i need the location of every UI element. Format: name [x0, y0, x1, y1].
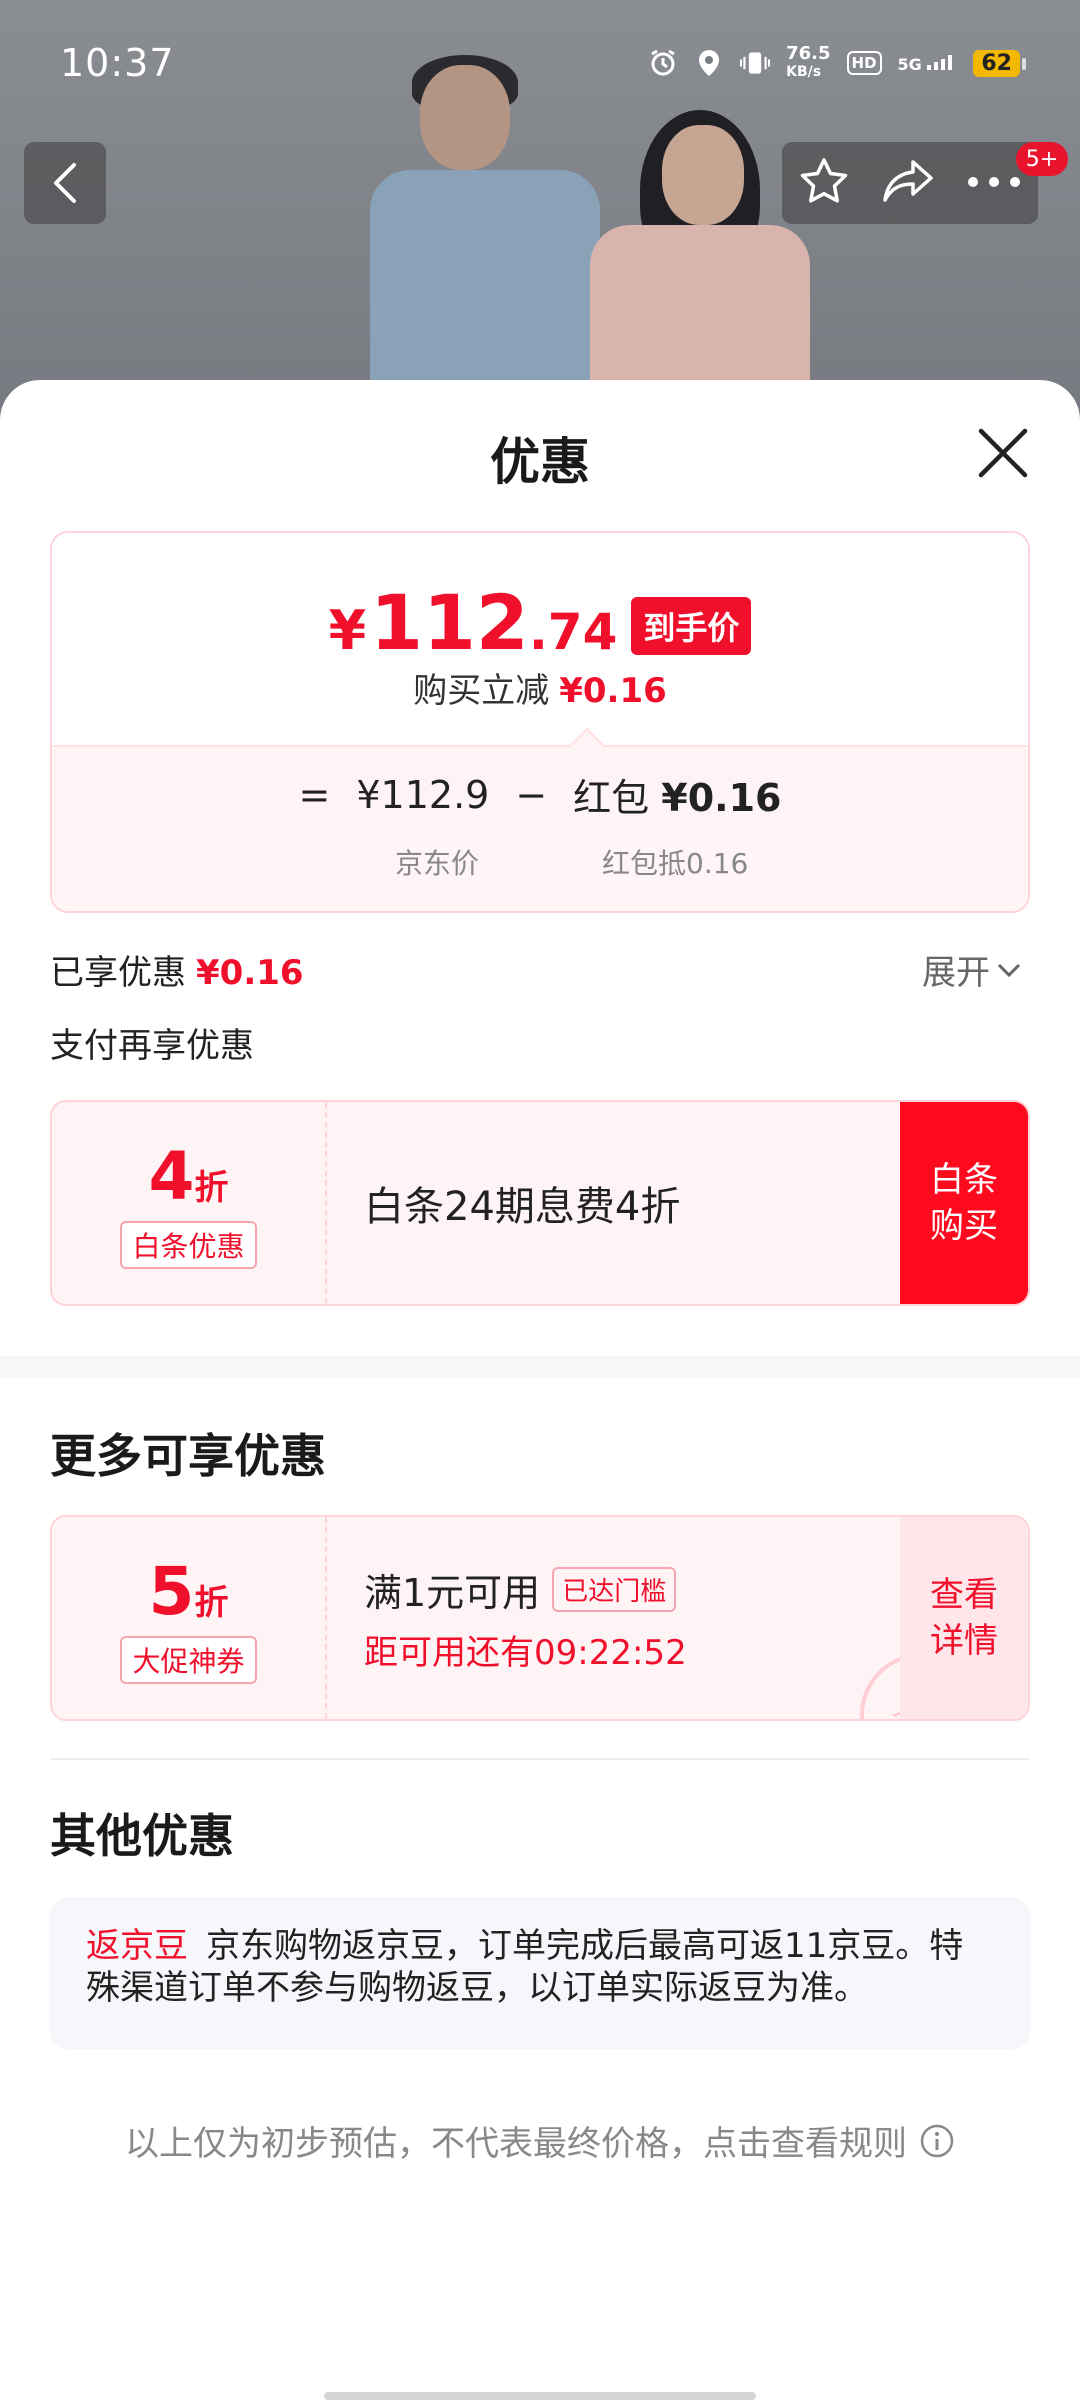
- back-button[interactable]: [24, 142, 106, 224]
- instant-discount-label: 购买立减: [413, 671, 550, 711]
- calc-formula: = ¥112.9 − 红包 ¥0.16: [52, 767, 1028, 822]
- home-indicator[interactable]: [324, 2392, 756, 2400]
- model-female-head: [662, 125, 744, 225]
- price-breakdown-card: ¥ 112 .74 到手价 购买立减 ¥0.16 = ¥112.9 − 红包 ¥0…: [50, 531, 1030, 913]
- view-details-line2: 详情: [930, 1621, 998, 1661]
- info-icon: [920, 2124, 954, 2157]
- share-button[interactable]: [881, 156, 935, 210]
- message-count-badge: 5+: [1016, 142, 1068, 176]
- coupon-tag: 白条优惠: [120, 1220, 257, 1269]
- instant-discount: 购买立减 ¥0.16: [52, 663, 1028, 712]
- equals-sign: =: [298, 772, 331, 817]
- more-button[interactable]: [966, 174, 1022, 193]
- status-bar: 10:37 76.5 KB/s HD 5G 62: [0, 0, 1080, 126]
- baitiao-buy-button[interactable]: 白条 购买: [900, 1102, 1028, 1304]
- jingdou-label: 返京豆: [86, 1926, 188, 1966]
- price-decimal: .74: [528, 603, 618, 661]
- expand-button[interactable]: 展开: [922, 945, 1022, 994]
- enjoyed-amount: ¥0.16: [196, 953, 304, 993]
- baitiao-coupon[interactable]: 4折 白条优惠 白条24期息费4折 白条购买: [50, 1100, 1030, 1306]
- discount-sheet: 优惠 ¥ 112 .74 到手价 购买立减 ¥0.16 = ¥112.9 − 红包…: [0, 380, 1080, 2408]
- red-packet-sub-label: 红包抵0.16: [602, 847, 749, 880]
- final-price-section: ¥ 112 .74 到手价 购买立减 ¥0.16: [52, 533, 1028, 745]
- divider: [50, 1758, 1030, 1760]
- promo-coupon[interactable]: 5折 大促神券 满1元可用 已达门槛 距可用还有09:22:52 已领 查看详情: [50, 1515, 1030, 1721]
- more-discounts-title: 更多可享优惠: [50, 1429, 326, 1483]
- coupon-tag: 大促神券: [120, 1635, 257, 1684]
- jd-price-label: 京东价: [395, 847, 480, 880]
- price-integer: 112: [370, 578, 529, 667]
- baitiao-buy-line2: 购买: [930, 1206, 998, 1246]
- red-packet: 红包 ¥0.16: [573, 767, 781, 822]
- vibrate-icon: [740, 48, 771, 78]
- section-divider: [0, 1356, 1080, 1378]
- view-details-line1: 查看: [930, 1575, 998, 1615]
- more-dots-icon: [968, 176, 1021, 187]
- share-icon: [883, 160, 933, 202]
- coupon-discount-block: 4折 白条优惠: [52, 1102, 327, 1304]
- network-speed: 76.5 KB/s: [786, 45, 830, 81]
- location-icon: [694, 48, 724, 78]
- close-icon: [978, 428, 1028, 478]
- threshold-reached-tag: 已达门槛: [552, 1567, 677, 1612]
- currency-symbol: ¥: [328, 599, 367, 662]
- sheet-title: 优惠: [490, 433, 590, 491]
- baitiao-buy-line1: 白条: [930, 1160, 998, 1200]
- network-speed-unit: KB/s: [786, 64, 822, 80]
- final-price-tag: 到手价: [631, 597, 752, 655]
- coupon-discount: 5折: [149, 1553, 229, 1630]
- red-packet-label: 红包: [573, 776, 650, 820]
- signal-icon: 5G: [898, 54, 958, 73]
- discount-unit: 折: [194, 1167, 229, 1208]
- view-details-label: 查看 详情: [930, 1572, 998, 1664]
- chevron-left-icon: [54, 163, 76, 203]
- condition-text: 满1元可用: [364, 1571, 541, 1615]
- jingdou-rebate-info: 返京豆 京东购物返京豆，订单完成后最高可返11京豆。特殊渠道订单不参与购物返豆，以…: [50, 1897, 1030, 2049]
- close-button[interactable]: [975, 425, 1031, 481]
- coupon-condition: 满1元可用 已达门槛: [364, 1562, 687, 1617]
- header-actions: [782, 142, 1038, 224]
- price-calculation: = ¥112.9 − 红包 ¥0.16 京东价 红包抵0.16: [52, 727, 1028, 911]
- network-type: 5G: [897, 54, 922, 74]
- status-time: 10:37: [60, 41, 175, 85]
- expand-label: 展开: [922, 953, 990, 993]
- disclaimer-text: 以上仅为初步预估，不代表最终价格，点击查看规则: [125, 2124, 907, 2164]
- chevron-down-icon: [997, 963, 1021, 977]
- coupon-description: 白条24期息费4折: [364, 1184, 681, 1230]
- enjoyed-discount: 已享优惠 ¥0.16: [50, 945, 304, 994]
- price-disclaimer[interactable]: 以上仅为初步预估，不代表最终价格，点击查看规则: [0, 2116, 1080, 2165]
- minus-sign: −: [515, 772, 548, 817]
- coupon-discount: 4折: [149, 1138, 229, 1215]
- star-icon: [800, 158, 847, 203]
- red-packet-amount: ¥0.16: [661, 776, 782, 820]
- final-price: ¥ 112 .74 到手价: [52, 578, 1028, 667]
- network-speed-value: 76.5: [786, 43, 831, 64]
- baitiao-buy-label: 白条 购买: [930, 1157, 998, 1249]
- view-details-button[interactable]: 查看 详情: [900, 1517, 1028, 1719]
- discount-number: 4: [148, 1137, 195, 1215]
- hd-icon: HD: [846, 51, 882, 75]
- battery-indicator: 62: [973, 49, 1026, 77]
- coupon-countdown: 距可用还有09:22:52: [364, 1633, 687, 1673]
- status-icons: 76.5 KB/s HD 5G 62: [648, 45, 1026, 81]
- alarm-icon: [648, 48, 678, 78]
- discount-number: 5: [148, 1552, 195, 1630]
- coupon-discount-block: 5折 大促神券: [52, 1517, 327, 1719]
- enjoyed-label: 已享优惠: [50, 953, 186, 993]
- pay-section-label: 支付再享优惠: [50, 1026, 254, 1066]
- favorite-button[interactable]: [798, 155, 850, 211]
- jingdou-text: 京东购物返京豆，订单完成后最高可返11京豆。特殊渠道订单不参与购物返豆，以订单实…: [86, 1926, 964, 2008]
- other-discounts-title: 其他优惠: [50, 1809, 234, 1863]
- discount-unit: 折: [194, 1582, 229, 1623]
- coupon-details: 满1元可用 已达门槛 距可用还有09:22:52: [364, 1517, 687, 1719]
- instant-discount-amount: ¥0.16: [559, 671, 667, 711]
- jd-price: ¥112.9: [356, 772, 490, 817]
